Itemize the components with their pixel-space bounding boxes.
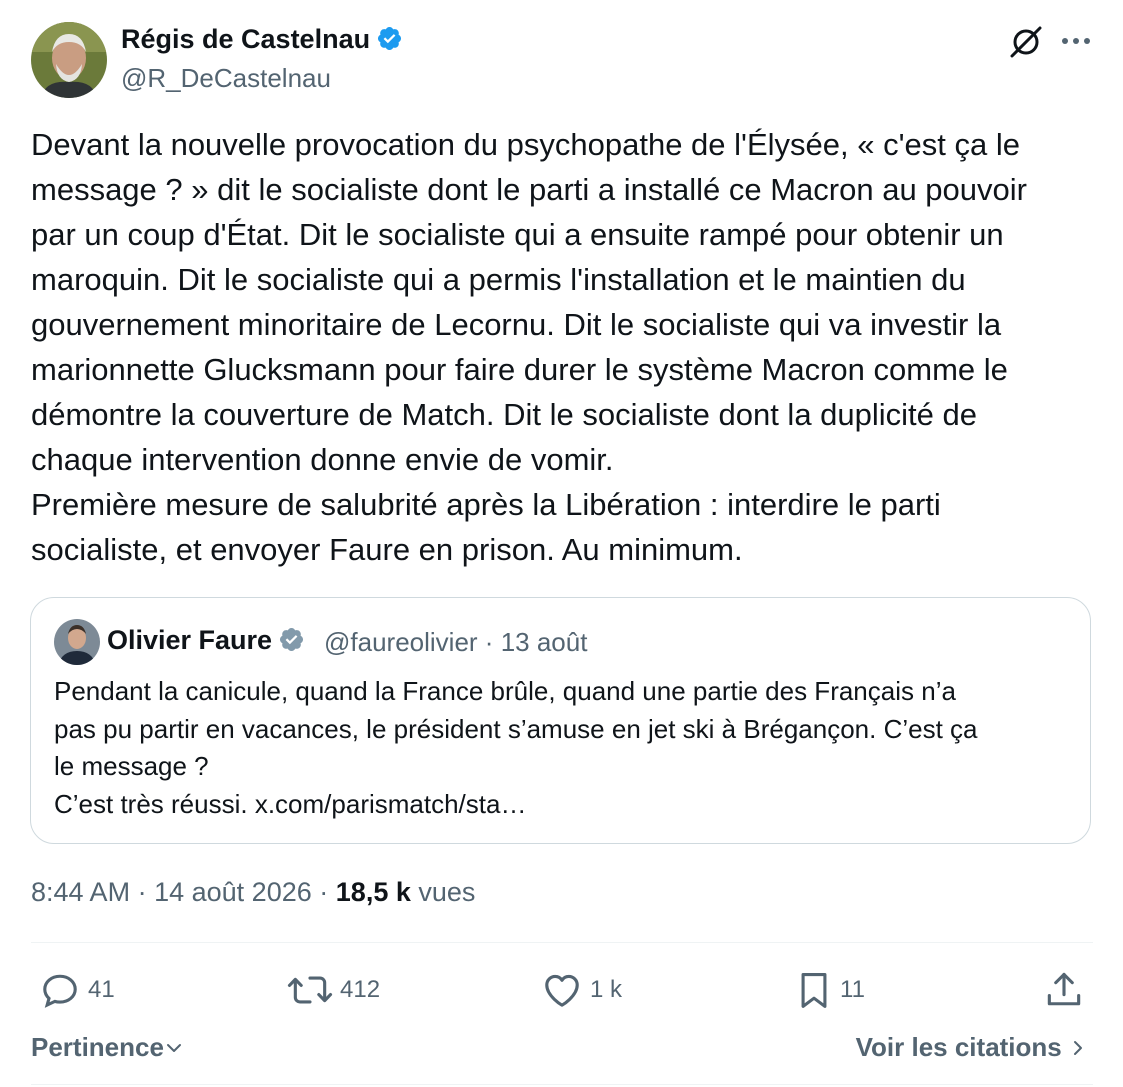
reply-count: 41 [88, 976, 115, 1003]
quoted-author-avatar[interactable] [54, 619, 100, 665]
like-count: 1 k [590, 976, 623, 1003]
meta-separator-2: · [319, 877, 329, 907]
meta-separator: · [137, 877, 147, 907]
views-label: vues [418, 877, 476, 907]
quoted-date[interactable]: 13 août [501, 627, 588, 657]
author-handle[interactable]: @R_DeCastelnau [121, 63, 331, 94]
author-name-text[interactable]: Régis de Castelnau [121, 24, 370, 54]
author-avatar[interactable] [31, 22, 107, 98]
quoted-author-name[interactable]: Olivier Faure [107, 625, 305, 660]
quoted-verified-badge-icon [278, 626, 305, 660]
quoted-meta: @faureolivier · 13 août [324, 627, 587, 658]
tweet-date[interactable]: 14 août 2026 [154, 877, 312, 907]
tweet-text: Devant la nouvelle provocation du psycho… [31, 127, 1027, 567]
sort-dropdown[interactable]: Pertinence [31, 1032, 184, 1065]
quoted-author-name-text[interactable]: Olivier Faure [107, 625, 272, 655]
bookmark-icon [801, 973, 827, 1008]
share-icon [1047, 972, 1081, 1006]
repost-button[interactable]: 412 [286, 968, 380, 1012]
repost-icon [287, 976, 333, 1004]
heart-icon [545, 974, 579, 1007]
verified-badge-icon[interactable] [376, 25, 403, 59]
chevron-right-icon [1069, 1034, 1087, 1065]
bookmark-button[interactable]: 11 [794, 968, 865, 1012]
quoted-separator: · [484, 627, 494, 657]
grok-icon[interactable] [1006, 22, 1046, 62]
tweet-meta: 8:44 AM · 14 août 2026 · 18,5 k vues [31, 877, 475, 908]
view-quotes-label: Voir les citations [855, 1032, 1062, 1062]
like-button[interactable]: 1 k [540, 968, 622, 1012]
author-name[interactable]: Régis de Castelnau [121, 24, 403, 59]
quoted-tweet-text: Pendant la canicule, quand la France brû… [54, 676, 978, 819]
divider-top [31, 942, 1093, 943]
view-quotes-link[interactable]: Voir les citations [856, 1032, 1087, 1065]
more-icon[interactable] [1058, 26, 1094, 56]
reply-icon [43, 974, 77, 1008]
repost-count: 412 [340, 976, 381, 1003]
reply-button[interactable]: 41 [38, 968, 115, 1012]
divider-bottom [31, 1084, 1093, 1085]
quoted-author-handle[interactable]: @faureolivier [324, 627, 478, 657]
sort-label: Pertinence [31, 1032, 164, 1062]
tweet-time[interactable]: 8:44 AM [31, 877, 130, 907]
share-button[interactable] [1042, 968, 1086, 1012]
chevron-down-icon [164, 1034, 184, 1065]
bookmark-count: 11 [840, 976, 865, 1003]
views-count: 18,5 k [335, 877, 411, 907]
